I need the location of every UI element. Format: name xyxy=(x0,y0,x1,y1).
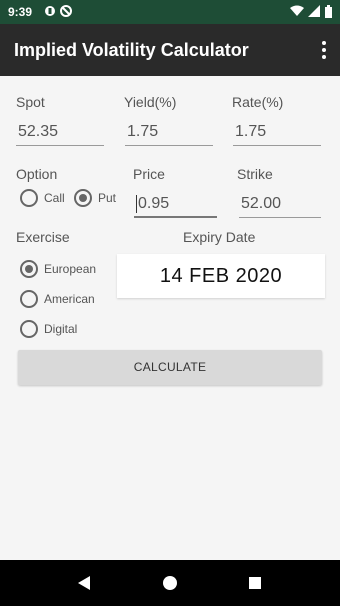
home-icon[interactable] xyxy=(159,573,181,593)
expiry-date-picker[interactable]: 14 FEB 2020 xyxy=(117,254,325,298)
digital-radio[interactable]: Digital xyxy=(20,320,77,338)
spot-label: Spot xyxy=(16,94,45,110)
wifi-icon xyxy=(290,5,304,16)
digital-radio-circle xyxy=(20,320,38,338)
put-radio[interactable]: Put xyxy=(74,189,116,207)
american-radio-circle xyxy=(20,290,38,308)
spot-input[interactable]: 52.35 xyxy=(16,120,104,146)
rate-label: Rate(%) xyxy=(232,94,284,110)
app-title: Implied Volatility Calculator xyxy=(14,40,249,60)
price-value: 0.95 xyxy=(138,195,170,212)
american-radio[interactable]: American xyxy=(20,290,95,308)
put-radio-circle xyxy=(74,189,92,207)
notification-icon xyxy=(45,6,55,16)
european-radio-circle xyxy=(20,260,38,278)
exercise-label: Exercise xyxy=(16,229,70,245)
price-input[interactable]: 0.95 xyxy=(134,192,217,218)
battery-icon xyxy=(325,5,332,18)
digital-radio-label: Digital xyxy=(44,322,78,336)
rate-input[interactable]: 1.75 xyxy=(233,120,321,146)
european-radio-label: European xyxy=(44,262,97,276)
navigation-bar xyxy=(0,560,340,606)
european-radio[interactable]: European xyxy=(20,260,96,278)
american-radio-label: American xyxy=(44,292,95,306)
yield-label: Yield(%) xyxy=(124,94,177,110)
status-bar: 9:39 xyxy=(0,0,340,24)
put-radio-label: Put xyxy=(98,191,117,205)
calculate-button[interactable]: CALCULATE xyxy=(18,350,322,385)
back-icon[interactable] xyxy=(74,573,96,593)
call-radio-circle xyxy=(20,189,38,207)
strike-input[interactable]: 52.00 xyxy=(239,192,321,218)
price-label: Price xyxy=(133,166,165,182)
call-radio-label: Call xyxy=(44,191,65,205)
overflow-menu-icon[interactable] xyxy=(320,40,328,60)
yield-input[interactable]: 1.75 xyxy=(125,120,213,146)
expiry-label: Expiry Date xyxy=(183,229,256,245)
call-radio[interactable]: Call xyxy=(20,189,65,207)
strike-label: Strike xyxy=(237,166,273,182)
signal-icon xyxy=(308,5,320,17)
option-label: Option xyxy=(16,166,58,182)
recents-icon[interactable] xyxy=(244,573,266,593)
text-caret xyxy=(136,194,137,213)
status-time: 9:39 xyxy=(8,5,33,19)
dnd-icon xyxy=(60,5,72,17)
app-bar: Implied Volatility Calculator xyxy=(0,24,340,76)
